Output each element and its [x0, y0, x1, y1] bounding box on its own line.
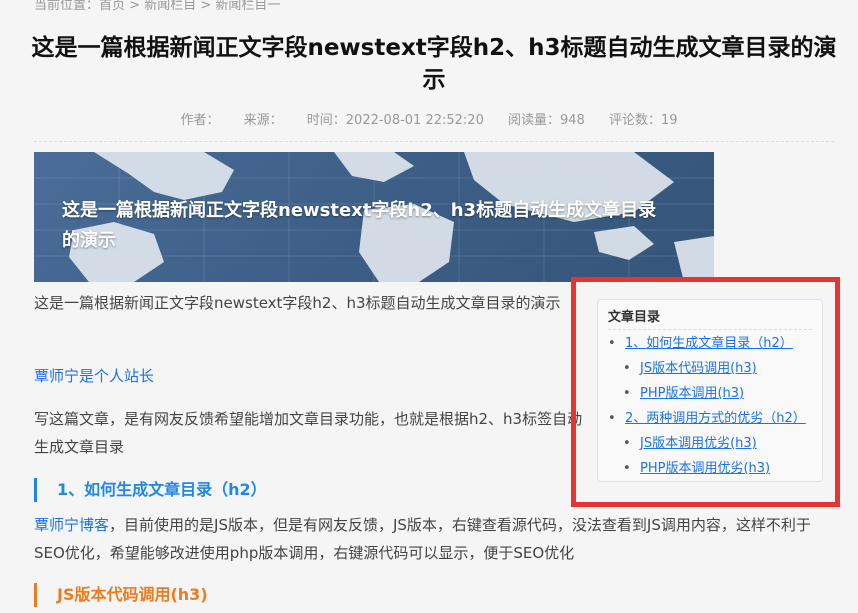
body-paragraph: 写这篇文章，是有网友反馈希望能增加文章目录功能，也就是根据h2、h3标签自动生成…: [34, 410, 583, 456]
banner-title: 这是一篇根据新闻正文字段newstext字段h2、h3标题自动生成文章目录的演示: [62, 200, 657, 251]
breadcrumb-separator: >: [125, 0, 145, 13]
blog-link[interactable]: 覃师宁博客: [34, 516, 109, 534]
article-meta: 作者： 来源： 时间：2022-08-01 22:52:20 阅读量：948 评…: [0, 109, 858, 128]
meta-author: 作者：: [180, 113, 220, 128]
meta-views: 阅读量：948: [508, 113, 585, 128]
article-title: 这是一篇根据新闻正文字段newstext字段h2、h3标题自动生成文章目录的演示: [31, 35, 837, 93]
section-heading-h2: 1、如何生成文章目录（h2）: [34, 478, 267, 502]
meta-comments: 评论数：19: [608, 113, 678, 128]
breadcrumb-separator: >: [196, 0, 216, 13]
article-banner-image: 这是一篇根据新闻正文字段newstext字段h2、h3标题自动生成文章目录的演示: [34, 152, 714, 282]
breadcrumb-subcolumn-link[interactable]: 新闻栏目一: [215, 0, 280, 13]
site-owner-link[interactable]: 覃师宁是个人站长: [34, 367, 154, 385]
breadcrumb-prefix: 当前位置：: [34, 0, 100, 13]
meta-time: 时间：2022-08-01 22:52:20: [306, 113, 484, 128]
section-heading-h3: JS版本代码调用(h3): [34, 583, 208, 607]
body-text: ，目前使用的是JS版本，但是有网友反馈，JS版本，右键查看源代码，没法查看到JS…: [34, 516, 811, 562]
body-paragraph: 覃师宁博客，目前使用的是JS版本，但是有网友反馈，JS版本，右键查看源代码，没法…: [34, 511, 834, 567]
meta-source: 来源：: [243, 113, 283, 128]
breadcrumb: 当前位置：首页 > 新闻栏目 > 新闻栏目一: [34, 0, 280, 13]
toc-highlight-box: [571, 277, 840, 507]
breadcrumb-column-link[interactable]: 新闻栏目: [144, 0, 196, 13]
intro-paragraph: 这是一篇根据新闻正文字段newstext字段h2、h3标题自动生成文章目录的演示: [34, 294, 561, 312]
breadcrumb-home-link[interactable]: 首页: [99, 0, 125, 13]
meta-divider: [34, 141, 834, 142]
